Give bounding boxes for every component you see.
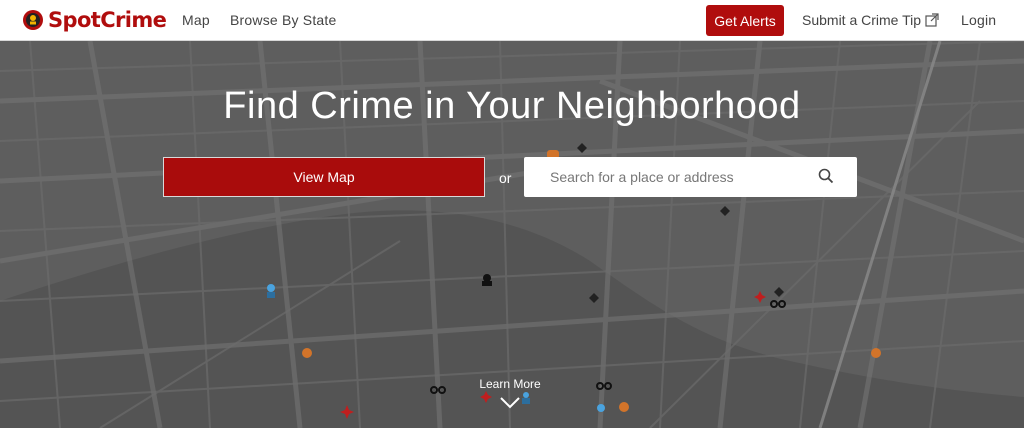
login-link[interactable]: Login	[961, 12, 996, 28]
search-input[interactable]	[524, 157, 814, 197]
theft-marker-icon	[720, 206, 730, 216]
submit-crime-tip-link[interactable]: Submit a Crime Tip	[802, 12, 939, 28]
arrest-marker-icon	[596, 382, 612, 390]
spotcrime-logo[interactable]: SpotCrime	[22, 7, 167, 33]
theft-marker-icon	[774, 287, 784, 297]
burglary-marker-icon	[522, 392, 530, 404]
view-map-button[interactable]: View Map	[163, 157, 485, 197]
or-separator: or	[499, 170, 512, 186]
theft-marker-icon	[577, 143, 587, 153]
get-alerts-button[interactable]: Get Alerts	[706, 5, 784, 36]
other-marker-icon	[597, 404, 605, 412]
theft-marker-icon	[589, 293, 599, 303]
assault-marker-icon	[754, 291, 766, 303]
burglary-marker-icon	[267, 284, 275, 298]
vandalism-marker-icon	[302, 348, 312, 358]
vandalism-marker-icon	[871, 348, 881, 358]
arrest-marker-icon	[430, 386, 446, 394]
search-box	[524, 157, 857, 197]
arrest-marker-icon	[770, 300, 786, 308]
logo-text: SpotCrime	[48, 8, 167, 32]
external-link-icon	[925, 13, 939, 27]
assault-marker-icon	[340, 405, 354, 419]
theft-marker-icon	[482, 274, 492, 286]
assault-marker-icon	[480, 391, 492, 403]
learn-more-link[interactable]: Learn More	[470, 377, 550, 391]
top-navbar: SpotCrime Map Browse By State Get Alerts…	[0, 0, 1024, 41]
submit-crime-tip-label: Submit a Crime Tip	[802, 12, 922, 28]
nav-browse-by-state-link[interactable]: Browse By State	[230, 12, 337, 28]
vandalism-marker-icon	[619, 402, 629, 412]
spotcrime-logo-icon	[23, 10, 43, 30]
chevron-down-icon[interactable]	[499, 396, 521, 410]
nav-map-link[interactable]: Map	[182, 12, 210, 28]
search-icon[interactable]	[818, 168, 834, 184]
hero-title: Find Crime in Your Neighborhood	[223, 85, 801, 127]
